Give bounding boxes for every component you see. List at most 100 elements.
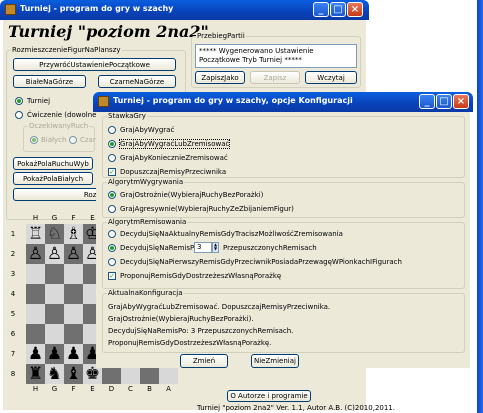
board-square[interactable]: [64, 324, 83, 344]
win-option-radio[interactable]: [108, 191, 116, 199]
win-option-label: GrajOstrożnie(WybierajRuchyBezPorażki): [120, 191, 264, 199]
white-top-button[interactable]: BiałeNaGórze: [13, 75, 86, 88]
file-label: A: [166, 385, 171, 393]
tournament-radio[interactable]: [15, 97, 23, 105]
board-square[interactable]: ♗: [64, 224, 83, 244]
rank-label: 8: [10, 370, 16, 378]
black-move-radio[interactable]: [69, 136, 77, 144]
dialog-maximize-button[interactable]: □: [436, 94, 452, 109]
dialog-close-button[interactable]: ×: [453, 94, 469, 109]
stake-option-radio[interactable]: [108, 126, 116, 134]
stake-option-label: GrajAbyWygraćLubZremisować: [118, 139, 231, 149]
stake-option-label: GrajAbyWygrać: [120, 126, 175, 134]
dialog-titlebar[interactable]: Turniej - program do gry w szachy, opcje…: [93, 92, 473, 112]
board-square[interactable]: [26, 324, 45, 344]
draw-algorithm-label: AlgorytmRemisowania: [107, 218, 188, 226]
save-as-button[interactable]: ZapiszJako: [195, 71, 245, 84]
draw-option1-radio[interactable]: [108, 230, 116, 238]
rank-label: 6: [10, 330, 16, 338]
win-option-label: GrajAgresywnie(WybierajRuchyZeZbijaniemF…: [120, 205, 294, 213]
stake-option-label: GrajAbyKoniecznieZremisować: [120, 154, 228, 162]
board-square[interactable]: [64, 304, 83, 324]
file-label: F: [71, 214, 76, 222]
board-square[interactable]: [45, 264, 64, 284]
draw-option3-radio[interactable]: [108, 258, 116, 266]
board-square[interactable]: [45, 284, 64, 304]
board-square[interactable]: ♟: [45, 344, 64, 364]
stake-option-radio[interactable]: [108, 154, 116, 162]
minimize-button[interactable]: _: [313, 2, 329, 17]
board-square[interactable]: [45, 304, 64, 324]
board-square[interactable]: [26, 284, 45, 304]
draw-option2-radio[interactable]: [108, 244, 116, 252]
default-setup-button[interactable]: PrzywróćUstawieniePoczątkowe: [13, 58, 176, 71]
file-label: C: [128, 385, 133, 393]
close-button[interactable]: ×: [347, 2, 363, 17]
maximize-button[interactable]: □: [330, 2, 346, 17]
draw-option2-prefix: DecydujSięNaRemisPo:: [120, 244, 201, 252]
no-change-button[interactable]: NieZmieniaj: [251, 354, 299, 368]
current-config-line: DecydujSięNaRemisPo: 3 PrzepuszczonychRe…: [108, 327, 294, 335]
rank-label: 5: [10, 310, 16, 318]
board-square[interactable]: ♝: [64, 364, 83, 384]
board-square[interactable]: [64, 264, 83, 284]
current-config-line: GrajOstrożnie(WybierajRuchyBezPorażki).: [108, 315, 254, 323]
exercise-radio[interactable]: [15, 111, 23, 119]
placement-group-label: RozmieszczenieFigurNaPlanszy: [11, 46, 122, 54]
board-square[interactable]: ♘: [45, 224, 64, 244]
board-square[interactable]: [26, 304, 45, 324]
draw-option2-suffix: PrzepuszczonychRemisach: [223, 244, 317, 252]
file-label: G: [51, 214, 58, 222]
save-button[interactable]: Zapisz: [250, 71, 300, 84]
file-label: D: [108, 385, 115, 393]
board-square[interactable]: [45, 324, 64, 344]
game-log-memo[interactable]: ***** Wygenerowano Ustawienie Początkowe…: [195, 44, 357, 68]
change-button[interactable]: Zmień: [180, 354, 228, 368]
file-label: H: [32, 214, 39, 222]
board-square[interactable]: [26, 264, 45, 284]
file-label: F: [71, 385, 76, 393]
win-algorithm-label: AlgorytmWygrywania: [107, 178, 185, 186]
board-square[interactable]: ♜: [26, 364, 45, 384]
taskbar-gradient: [477, 0, 483, 413]
board-square[interactable]: ♞: [45, 364, 64, 384]
board-square[interactable]: ♙: [64, 244, 83, 264]
board-square[interactable]: ♖: [26, 224, 45, 244]
board-square[interactable]: ♟: [26, 344, 45, 364]
show-moves-button[interactable]: PokażPolaRuchuWyb: [13, 157, 93, 170]
black-top-button[interactable]: CzarneNaGórze: [98, 75, 176, 88]
show-white-fields-button[interactable]: PokażPolaBiałych: [13, 172, 93, 185]
about-button[interactable]: O Autorze i programie: [227, 390, 311, 402]
tournament-radio-label: Turniej: [27, 97, 51, 105]
app-heading: Turniej "poziom 2na2": [8, 22, 209, 41]
main-titlebar[interactable]: Turniej - program do gry w szachy _ □ ×: [0, 0, 369, 20]
current-config-line: ProponujRemisGdyDostrzeżeszWłasnąPorażkę…: [108, 339, 272, 347]
dialog-minimize-button[interactable]: _: [419, 94, 435, 109]
win-option-radio[interactable]: [108, 205, 116, 213]
rank-label: 1: [10, 230, 16, 238]
accept-draw-checkbox[interactable]: ✓: [108, 168, 116, 176]
board-square[interactable]: [64, 284, 83, 304]
rank-label: 3: [10, 270, 16, 278]
stake-option-radio[interactable]: [108, 140, 116, 148]
board-square[interactable]: ♙: [45, 244, 64, 264]
config-dialog: Turniej - program do gry w szachy, opcje…: [93, 92, 473, 371]
white-move-radio[interactable]: [30, 136, 38, 144]
propose-draw-checkbox[interactable]: ✓: [108, 272, 116, 280]
rank-label: 4: [10, 290, 16, 298]
file-label: G: [51, 385, 58, 393]
rank-label: 7: [10, 350, 16, 358]
board-square[interactable]: ♟: [64, 344, 83, 364]
draw-count-spinner[interactable]: 3: [194, 242, 212, 253]
dialog-client-area: StawkaGry GrajAbyWygrać GrajAbyWygraćLubZ…: [96, 112, 470, 368]
dialog-app-icon: [98, 96, 109, 107]
file-label: H: [32, 385, 39, 393]
stake-group-label: StawkaGry: [107, 112, 147, 120]
white-move-radio-label: Białych: [41, 136, 67, 144]
board-square[interactable]: ♙: [26, 244, 45, 264]
current-config-label: AktualnaKonfiguracja: [107, 289, 184, 297]
waiting-move-label: OczekiwanyRuch: [28, 122, 90, 130]
footer-text: Turniej "poziom 2na2" Ver. 1.1, Autor A.…: [197, 404, 395, 412]
spinner-arrows[interactable]: ▲ ▼: [212, 242, 219, 253]
load-button[interactable]: Wczytaj: [305, 71, 357, 84]
